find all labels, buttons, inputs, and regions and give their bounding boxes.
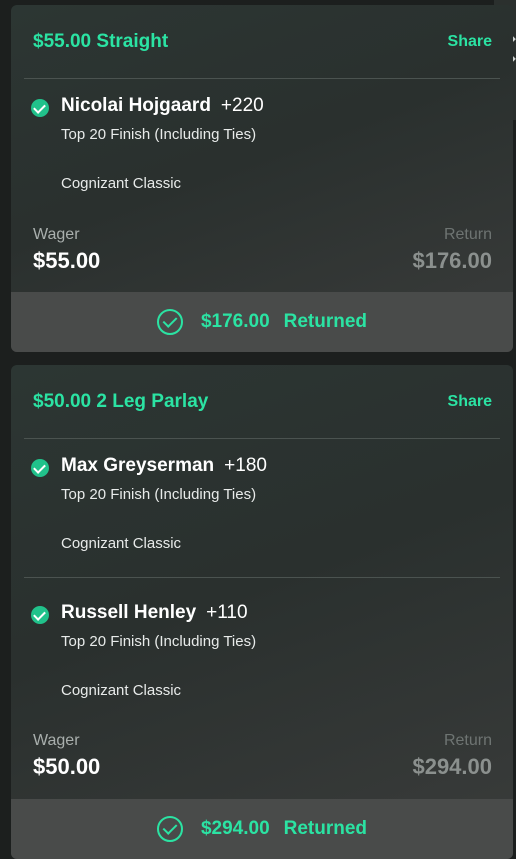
bet-title: $50.00 2 Leg Parlay (33, 391, 209, 412)
leg-player: Max Greyserman +180 (61, 455, 267, 477)
bet-header: $55.00 Straight Share (11, 5, 513, 77)
check-circle-icon (31, 606, 49, 624)
leg-market: Top 20 Finish (Including Ties) (61, 486, 257, 503)
check-circle-icon (31, 459, 49, 477)
player-name: Max Greyserman (61, 455, 215, 476)
check-circle-outline-icon (156, 309, 183, 335)
bet-title: $55.00 Straight (33, 31, 169, 52)
divider (24, 438, 500, 439)
result-banner: $294.00 Returned (11, 799, 513, 859)
returned-amount: $294.00 (200, 818, 270, 839)
return-label: Return (443, 226, 492, 243)
result-banner: $176.00 Returned (11, 292, 513, 352)
wager-label: Wager (33, 226, 80, 243)
return-value: $176.00 (412, 248, 492, 273)
bet-leg: Nicolai Hojgaard +220 Top 20 Finish (Incl… (11, 93, 513, 223)
returned-amount: $176.00 (200, 311, 270, 332)
leg-market: Top 20 Finish (Including Ties) (61, 633, 257, 650)
player-name: Nicolai Hojgaard (61, 95, 211, 116)
divider (24, 577, 500, 578)
bet-card-parlay: $50.00 2 Leg Parlay Share Max Greyserman… (11, 365, 513, 859)
leg-player: Russell Henley +110 (61, 602, 248, 624)
player-name: Russell Henley (61, 602, 197, 623)
check-circle-outline-icon (156, 816, 183, 842)
leg-market: Top 20 Finish (Including Ties) (61, 126, 257, 143)
returned-label: Returned (283, 311, 368, 332)
returned-label: Returned (283, 818, 368, 839)
share-button[interactable]: Share (448, 33, 492, 51)
leg-odds: +180 (224, 455, 267, 476)
wager-label: Wager (33, 732, 80, 749)
leg-player: Nicolai Hojgaard +220 (61, 95, 264, 117)
divider (24, 78, 500, 79)
leg-event: Cognizant Classic (61, 175, 182, 192)
bet-leg: Max Greyserman +180 Top 20 Finish (Includ… (11, 453, 513, 583)
leg-event: Cognizant Classic (61, 682, 182, 699)
bet-leg: Russell Henley +110 Top 20 Finish (Includ… (11, 600, 513, 730)
wager-value: $55.00 (33, 248, 101, 273)
wager-value: $50.00 (33, 754, 101, 779)
bet-card-straight: $55.00 Straight Share Nicolai Hojgaard +2… (11, 5, 513, 352)
return-label: Return (443, 732, 492, 749)
leg-odds: +220 (220, 95, 264, 116)
leg-odds: +110 (206, 602, 248, 623)
check-circle-icon (31, 99, 49, 117)
leg-event: Cognizant Classic (61, 535, 182, 552)
share-button[interactable]: Share (448, 393, 492, 411)
bet-header: $50.00 2 Leg Parlay Share (11, 365, 513, 437)
return-value: $294.00 (412, 754, 492, 779)
